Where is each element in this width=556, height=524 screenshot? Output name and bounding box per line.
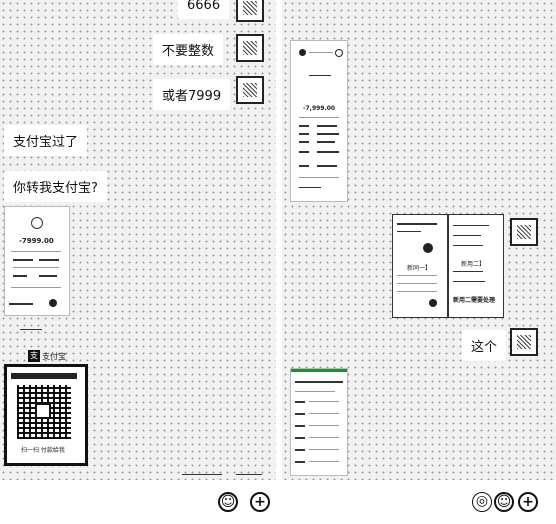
app-right-item: 新用二】 xyxy=(461,261,486,268)
sender-avatar[interactable] xyxy=(236,76,264,104)
divider-line xyxy=(20,329,42,330)
add-button[interactable]: + xyxy=(518,492,538,512)
input-bar: ◎ ☺ + xyxy=(282,480,556,524)
emoji-button[interactable]: ☺ xyxy=(494,492,514,512)
sender-avatar[interactable] xyxy=(236,0,264,22)
app-screenshot-image[interactable]: 新同一】 新用二】 新用二需要处理 xyxy=(392,214,504,318)
alipay-qr-card[interactable]: 扫一扫 付款给我 xyxy=(4,364,88,466)
qr-caption: 扫一扫 付款给我 xyxy=(21,447,65,454)
settings-screenshot-image[interactable] xyxy=(290,368,348,476)
message-bubble-transfer-ask: 你转我支付宝? xyxy=(4,171,107,202)
alipay-header: 支 支付宝 xyxy=(4,348,84,364)
message-bubble-no-round: 不要整数 xyxy=(153,34,224,65)
message-bubble-alipay-done: 支付宝过了 xyxy=(4,125,88,156)
app-left-item: 新同一】 xyxy=(407,265,432,272)
voice-button[interactable]: ◎ xyxy=(472,492,492,512)
sender-avatar[interactable] xyxy=(510,328,538,356)
message-bubble-partial: 6666 xyxy=(178,0,230,19)
left-chat-pane: 6666 不要整数 或者7999 支付宝过了 你转我支付宝? -7999.00 … xyxy=(0,0,276,524)
input-bar: ☺ + xyxy=(0,480,276,524)
receipt-logo-icon xyxy=(31,217,43,229)
emoji-button[interactable]: ☺ xyxy=(218,492,238,512)
alipay-logo-icon: 支 xyxy=(28,350,40,362)
payment-receipt-image[interactable]: -7,999.00 xyxy=(290,40,348,202)
message-bubble-this-one: 这个 xyxy=(462,330,507,361)
right-chat-pane: -7,999.00 新同一】 新用二】 新用二需要处理 这个 ◎ ☺ + xyxy=(282,0,556,524)
message-bubble-or-7999: 或者7999 xyxy=(153,79,231,110)
receipt-amount: -7999.00 xyxy=(19,237,54,245)
sender-avatar[interactable] xyxy=(510,218,538,246)
receipt-amount: -7,999.00 xyxy=(303,105,336,112)
alipay-brand-label: 支付宝 xyxy=(42,352,66,361)
sender-avatar[interactable] xyxy=(236,34,264,62)
app-banner: 新用二需要处理 xyxy=(453,297,496,304)
payment-receipt-image[interactable]: -7999.00 xyxy=(4,206,70,316)
add-button[interactable]: + xyxy=(250,492,270,512)
